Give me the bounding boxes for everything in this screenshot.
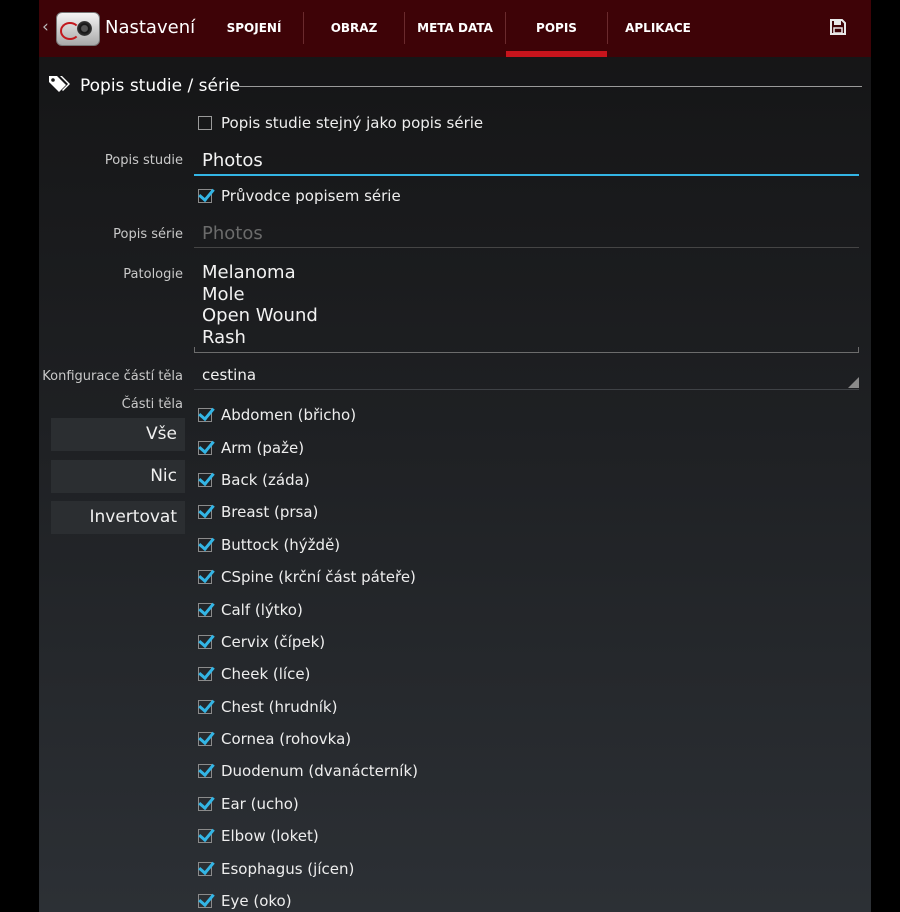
body-part-label: Cervix (čípek) [221,632,326,651]
body-part-label: Buttock (hýždě) [221,535,341,554]
pathology-line: Mole [202,283,245,305]
body-part-checkbox[interactable] [198,408,212,423]
pathology-line: Rash [202,326,246,348]
spinner-dropdown-icon [848,377,859,388]
body-part-item[interactable]: Esophagus (jícen) [198,852,818,884]
body-part-checkbox[interactable] [198,505,212,520]
series-description-label: Popis série [113,227,183,242]
selected-tab-indicator [506,51,607,57]
select-none-button[interactable]: Nic [51,460,185,493]
body-part-checkbox[interactable] [198,602,212,617]
section-divider [238,86,862,87]
body-part-checkbox[interactable] [198,634,212,649]
tag-icon [49,76,70,92]
app-logo-icon[interactable] [56,12,100,46]
body-part-checkbox[interactable] [198,667,212,682]
pathology-line: Melanoma [202,262,296,283]
tab-meta-data[interactable]: META DATA [405,0,505,57]
study-description-field[interactable]: Photos [194,146,859,176]
body-part-item[interactable]: Ear (ucho) [198,788,818,820]
same-description-label: Popis studie stejný jako popis série [221,114,484,132]
tab-spojeni[interactable]: SPOJENÍ [204,0,304,57]
body-part-item[interactable]: CSpine (krční část páteře) [198,561,818,593]
settings-screen: ‹ Nastavení SPOJENÍ OBRAZ META DATA POPI… [39,0,871,912]
app-title[interactable]: Nastavení [105,17,195,38]
body-part-label: Duodenum (dvanácterník) [221,762,418,781]
series-guide-checkbox-row[interactable]: Průvodce popisem série [198,185,401,207]
body-part-checkbox[interactable] [198,764,212,779]
field-underline [194,247,859,248]
body-part-label: Cornea (rohovka) [221,730,352,749]
body-part-label: Eye (oko) [221,892,292,911]
save-icon[interactable] [829,18,847,36]
body-parts-config-value: cestina [202,366,257,384]
study-description-label: Popis studie [104,153,183,168]
body-part-item[interactable]: Buttock (hýždě) [198,529,818,561]
body-part-item[interactable]: Cheek (líce) [198,658,818,690]
body-part-item[interactable]: Breast (prsa) [198,496,818,528]
body-part-label: Calf (lýtko) [221,600,303,619]
body-part-item[interactable]: Cervix (čípek) [198,626,818,658]
pathology-lines: Melanoma Mole Open Wound Rash [202,262,318,348]
body-part-item[interactable]: Calf (lýtko) [198,593,818,625]
invert-selection-button[interactable]: Invertovat [51,501,185,534]
field-underline [194,389,859,390]
body-parts-config-spinner[interactable]: cestina [194,363,859,390]
body-part-label: Abdomen (břicho) [221,406,357,425]
section-title: Popis studie / série [80,76,241,96]
tab-obraz[interactable]: OBRAZ [304,0,404,57]
body-part-label: Elbow (loket) [221,827,319,846]
tab-popis[interactable]: POPIS [506,0,607,57]
series-guide-checkbox[interactable] [198,189,212,203]
body-part-item[interactable]: Arm (paže) [198,431,818,463]
back-caret-icon[interactable]: ‹ [42,17,49,37]
same-description-checkbox[interactable] [198,116,212,130]
pathology-label: Patologie [123,267,183,282]
body-part-label: Cheek (líce) [221,665,311,684]
body-part-label: Arm (paže) [221,438,305,457]
same-description-checkbox-row[interactable]: Popis studie stejný jako popis série [198,112,483,134]
series-description-value: Photos [202,223,263,244]
body-part-item[interactable]: Cornea (rohovka) [198,723,818,755]
body-part-checkbox[interactable] [198,732,212,747]
body-part-label: Esophagus (jícen) [221,859,355,878]
pathology-textarea[interactable]: Melanoma Mole Open Wound Rash [194,261,859,353]
pathology-line: Open Wound [202,305,318,326]
body-part-checkbox[interactable] [198,796,212,811]
body-part-item[interactable]: Chest (hrudník) [198,691,818,723]
body-part-item[interactable]: Duodenum (dvanácterník) [198,755,818,787]
body-part-checkbox[interactable] [198,570,212,585]
body-parts-label: Části těla [121,397,183,412]
body-part-checkbox[interactable] [198,537,212,552]
body-part-checkbox[interactable] [198,894,212,909]
body-part-checkbox[interactable] [198,472,212,487]
body-part-label: Ear (ucho) [221,794,299,813]
body-part-item[interactable]: Back (záda) [198,464,818,496]
select-all-button[interactable]: Vše [51,418,185,451]
body-part-checkbox[interactable] [198,861,212,876]
field-underline [194,352,859,353]
body-part-label: Breast (prsa) [221,503,319,522]
tab-aplikace[interactable]: APLIKACE [608,0,708,57]
field-underline [194,174,859,176]
body-part-item[interactable]: Elbow (loket) [198,820,818,852]
body-parts-list: Abdomen (břicho) Arm (paže) Back (záda) Bre… [198,399,818,912]
section-header: Popis studie / série [39,70,871,104]
body-part-checkbox[interactable] [198,440,212,455]
body-part-item[interactable]: Eye (oko) [198,885,818,912]
body-part-checkbox[interactable] [198,699,212,714]
action-bar: ‹ Nastavení SPOJENÍ OBRAZ META DATA POPI… [39,0,871,57]
body-part-item[interactable]: Abdomen (břicho) [198,399,818,431]
body-part-label: CSpine (krční část páteře) [221,568,416,587]
body-parts-config-label: Konfigurace částí těla [42,369,183,384]
series-description-field[interactable]: Photos [194,220,859,248]
body-part-checkbox[interactable] [198,829,212,844]
body-part-label: Chest (hrudník) [221,697,338,716]
body-part-label: Back (záda) [221,470,310,489]
study-description-value: Photos [202,150,263,171]
series-guide-label: Průvodce popisem série [221,187,401,205]
